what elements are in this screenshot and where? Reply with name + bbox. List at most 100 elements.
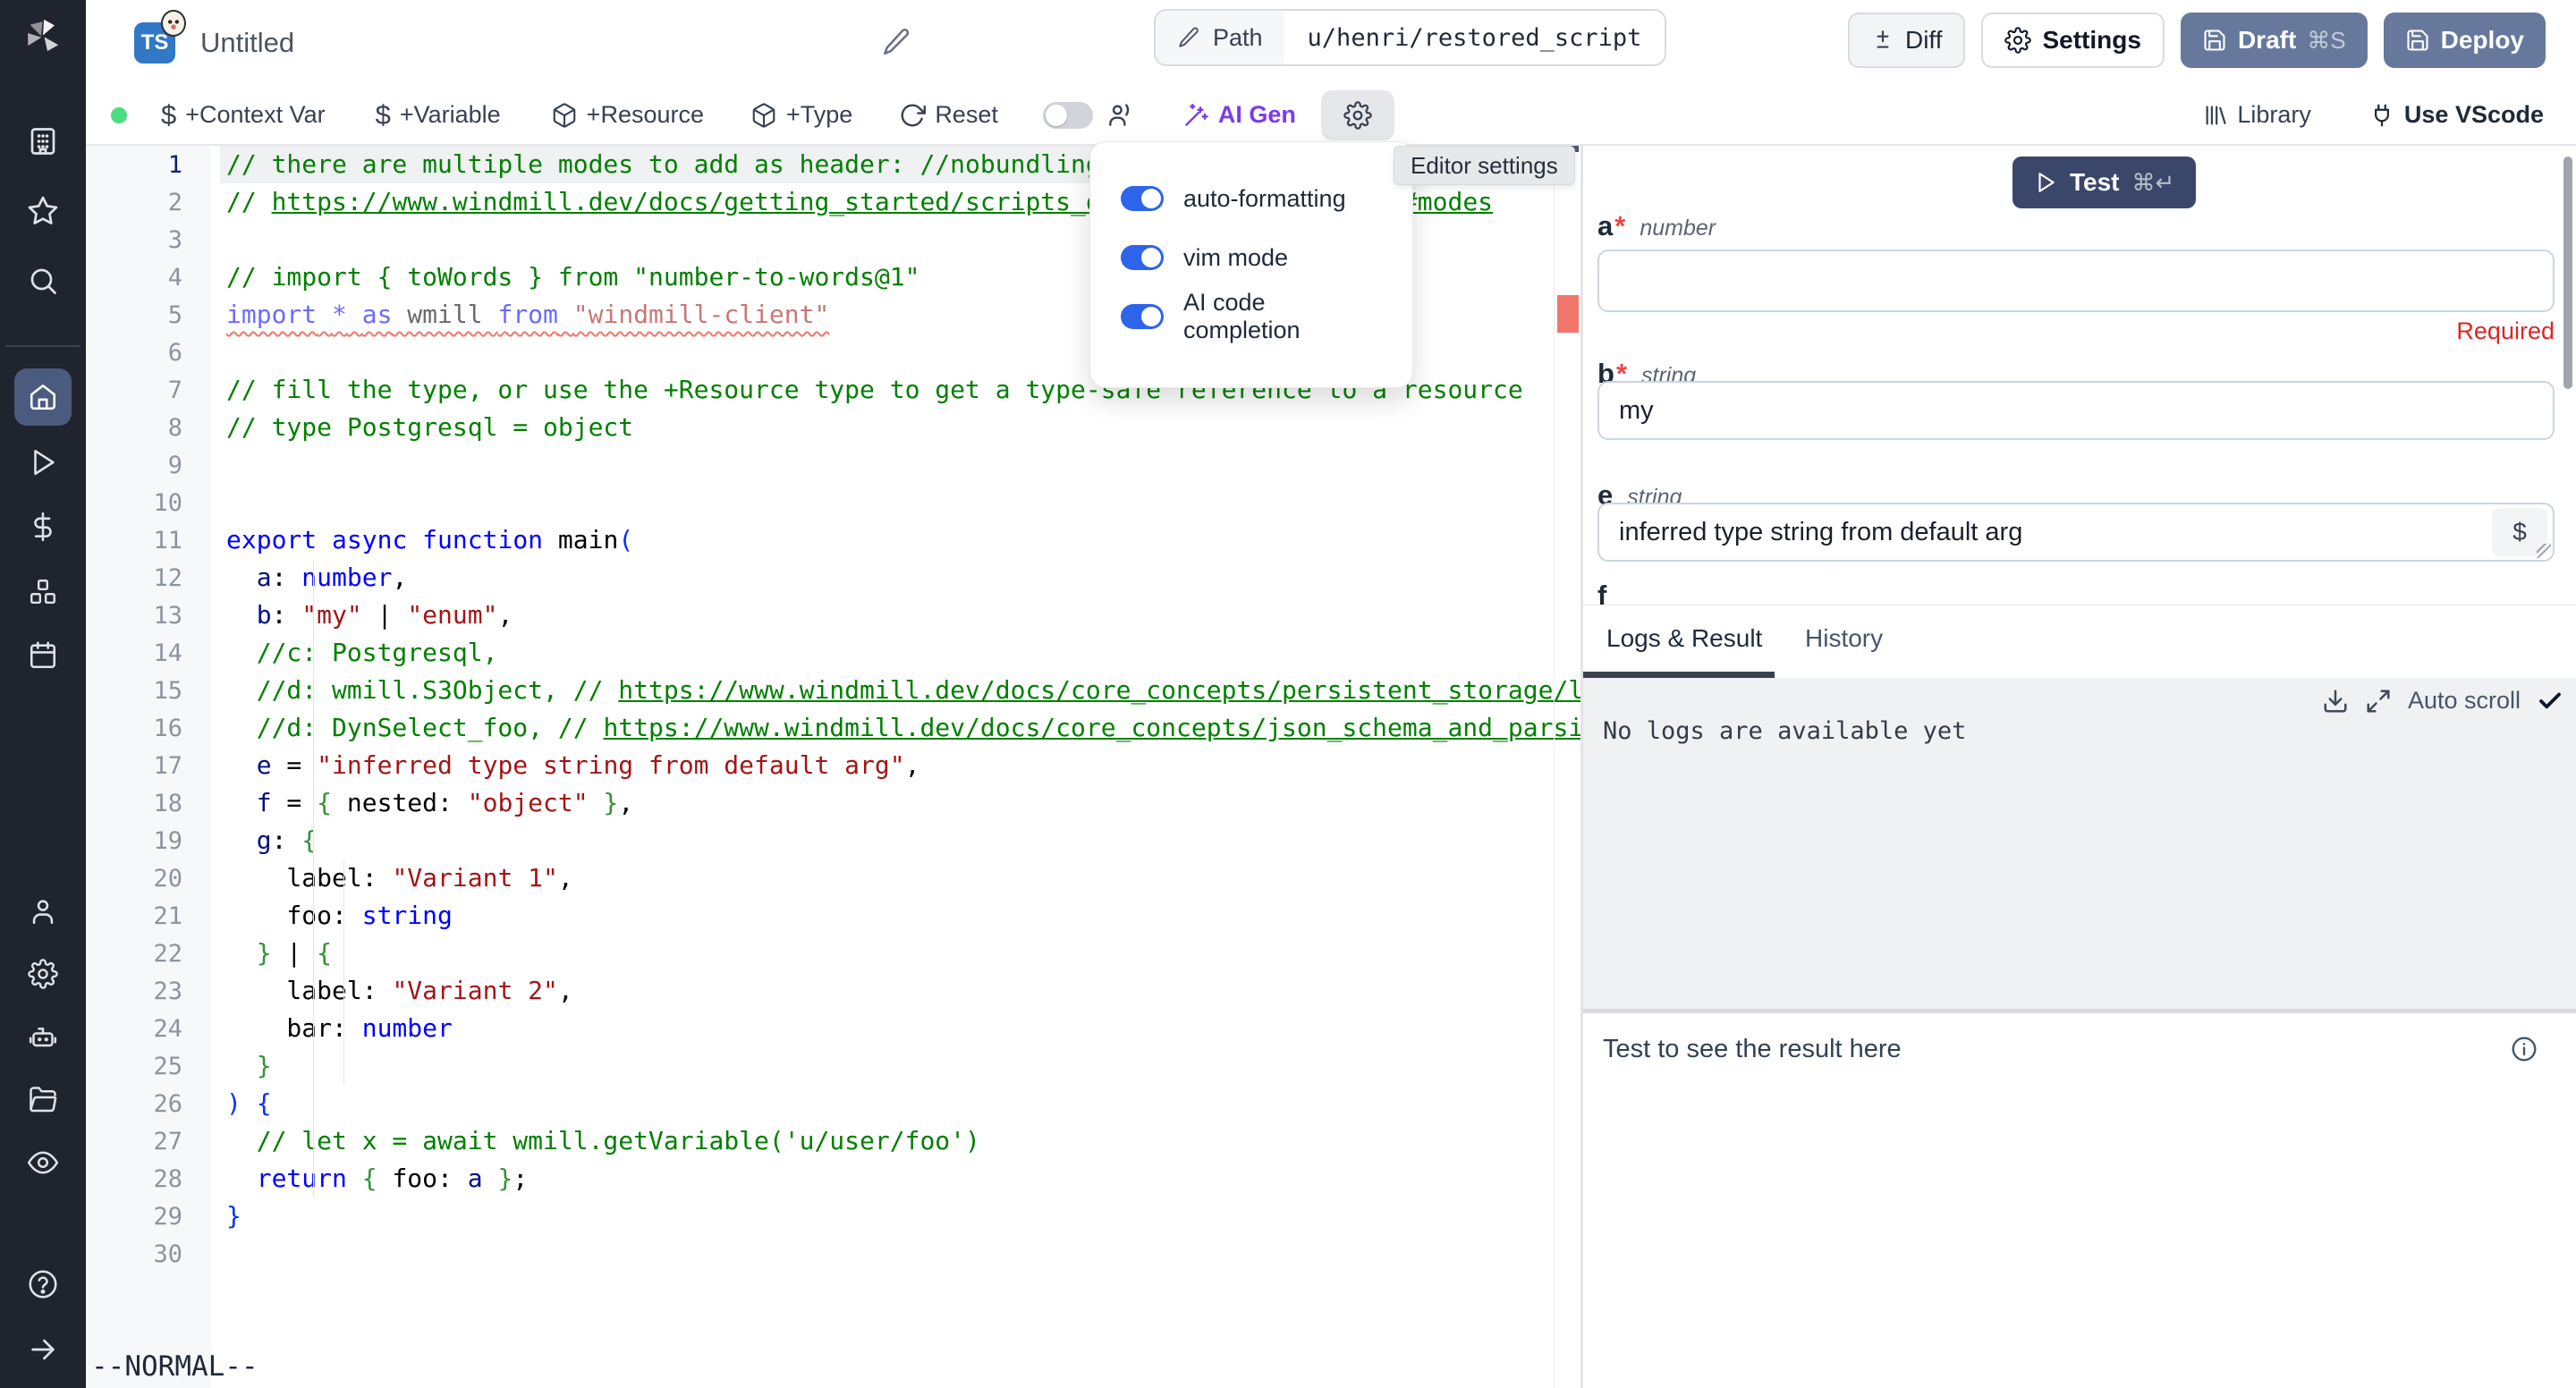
code-line[interactable]: 28 return { foo: a }; — [86, 1160, 1554, 1198]
edit-summary-pencil-icon[interactable] — [881, 27, 911, 57]
editor-settings-button[interactable] — [1321, 90, 1394, 140]
code-line[interactable]: 15 //d: wmill.S3Object, // https://www.w… — [86, 672, 1554, 709]
plug-icon — [2368, 102, 2395, 129]
auto-scroll-label[interactable]: Auto scroll — [2408, 687, 2521, 715]
overview-ruler[interactable] — [1554, 146, 1580, 1388]
line-number: 27 — [86, 1123, 182, 1161]
home-icon[interactable] — [28, 382, 58, 412]
add-variable-label: +Variable — [400, 101, 501, 129]
code-line[interactable]: 14 //c: Postgresql, — [86, 634, 1554, 672]
field-e-input[interactable]: inferred type string from default arg $ — [1597, 503, 2555, 562]
code-text: a: number, — [226, 563, 407, 592]
deploy-button[interactable]: Deploy — [2384, 13, 2546, 68]
audit-eye-icon[interactable] — [27, 1147, 59, 1179]
menu-item-ai-code-completion[interactable]: AI code completion — [1121, 287, 1382, 346]
use-vscode-button[interactable]: Use VScode — [2368, 101, 2544, 129]
path-field[interactable]: Path u/henri/restored_script — [1154, 9, 1666, 66]
draft-button[interactable]: Draft ⌘S — [2181, 13, 2368, 68]
settings-button[interactable]: Settings — [1981, 13, 2164, 68]
expand-sidebar-arrow-icon[interactable] — [28, 1334, 58, 1365]
code-line[interactable]: 29} — [86, 1198, 1554, 1235]
indent-guide — [313, 559, 314, 1198]
download-logs-icon[interactable] — [2322, 688, 2349, 715]
help-icon[interactable] — [27, 1268, 59, 1300]
code-line[interactable]: 12 a: number, — [86, 559, 1554, 597]
field-e-value: inferred type string from default arg — [1619, 518, 2022, 547]
code-text: import * as wmill from "windmill-client" — [226, 300, 829, 329]
code-line[interactable]: 16 //d: DynSelect_foo, // https://www.wi… — [86, 709, 1554, 747]
page-title: Untitled — [200, 27, 294, 59]
menu-item-auto-formatting[interactable]: auto-formatting — [1121, 169, 1382, 228]
code-line[interactable]: 8// type Postgresql = object — [86, 409, 1554, 446]
expand-logs-icon[interactable] — [2365, 688, 2392, 715]
vim-mode-toggle[interactable] — [1121, 245, 1164, 270]
multiplayer-toggle[interactable] — [1043, 102, 1093, 129]
code-line[interactable]: 25 } — [86, 1047, 1554, 1085]
code-line[interactable]: 21 foo: string — [86, 897, 1554, 935]
code-text: // type Postgresql = object — [226, 412, 633, 442]
right-panel-scrollbar[interactable] — [2563, 157, 2572, 389]
user-icon[interactable] — [28, 896, 58, 927]
check-icon[interactable] — [2537, 688, 2563, 715]
add-variable-button[interactable]: $ +Variable — [376, 99, 501, 131]
add-context-var-button[interactable]: $ +Context Var — [161, 99, 326, 131]
add-type-button[interactable]: +Type — [750, 101, 852, 129]
tab-logs-result[interactable]: Logs & Result — [1606, 605, 1762, 672]
search-icon[interactable] — [27, 265, 59, 297]
windmill-logo-icon[interactable] — [22, 16, 64, 57]
code-line[interactable]: 18 f = { nested: "object" }, — [86, 784, 1554, 822]
field-f-label: f — [1597, 580, 1606, 605]
folders-icon[interactable] — [27, 1084, 59, 1116]
line-number: 23 — [86, 973, 182, 1011]
path-value[interactable]: u/henri/restored_script — [1284, 11, 1665, 64]
line-number: 18 — [86, 785, 182, 823]
resources-icon[interactable] — [27, 576, 59, 608]
code-text: foo: string — [226, 901, 453, 930]
favorites-star-icon[interactable] — [27, 195, 59, 227]
use-vscode-label: Use VScode — [2404, 101, 2544, 129]
sidebar — [0, 0, 86, 1388]
reset-button[interactable]: Reset — [899, 101, 998, 129]
code-line[interactable]: 27 // let x = await wmill.getVariable('u… — [86, 1122, 1554, 1160]
code-line[interactable]: 13 b: "my" | "enum", — [86, 597, 1554, 634]
resize-handle[interactable] — [2537, 544, 2551, 558]
code-text: //d: wmill.S3Object, // https://www.wind… — [226, 675, 1580, 705]
field-a-input[interactable] — [1597, 250, 2555, 312]
line-number: 24 — [86, 1011, 182, 1048]
code-text: g: { — [226, 825, 317, 855]
editor-settings-tooltip: Editor settings — [1394, 146, 1575, 185]
dollar-icon: $ — [376, 99, 391, 131]
code-line[interactable]: 24 bar: number — [86, 1010, 1554, 1047]
menu-item-vim-mode[interactable]: vim mode — [1121, 228, 1382, 287]
code-line[interactable]: 26) { — [86, 1085, 1554, 1122]
code-line[interactable]: 23 label: "Variant 2", — [86, 972, 1554, 1010]
variables-icon[interactable] — [28, 512, 58, 542]
add-resource-button[interactable]: +Resource — [551, 101, 704, 129]
info-icon[interactable] — [2510, 1035, 2538, 1063]
runs-icon[interactable] — [28, 447, 58, 478]
indent-guide — [343, 859, 344, 1085]
code-line[interactable]: 20 label: "Variant 1", — [86, 859, 1554, 897]
code-line[interactable]: 17 e = "inferred type string from defaul… — [86, 747, 1554, 784]
settings-gear-icon[interactable] — [28, 959, 58, 989]
schedules-calendar-icon[interactable] — [28, 640, 58, 671]
tab-history[interactable]: History — [1805, 605, 1883, 672]
toggle-label: AI code completion — [1183, 289, 1382, 344]
auto-formatting-toggle[interactable] — [1121, 186, 1164, 211]
ai-code-completion-toggle[interactable] — [1121, 304, 1164, 329]
line-number: 10 — [86, 485, 182, 522]
code-line[interactable]: 9 — [86, 446, 1554, 484]
library-button[interactable]: Library — [2203, 101, 2311, 129]
args-form: a* number Required b* string my e string… — [1583, 146, 2576, 605]
workers-robot-icon[interactable] — [27, 1021, 59, 1054]
result-placeholder: Test to see the result here — [1603, 1035, 1902, 1064]
ai-gen-button[interactable]: AI Gen — [1182, 101, 1296, 129]
code-line[interactable]: 11export async function main( — [86, 521, 1554, 559]
code-line[interactable]: 30 — [86, 1235, 1554, 1273]
code-line[interactable]: 10 — [86, 484, 1554, 521]
field-b-input[interactable]: my — [1597, 381, 2555, 440]
diff-button[interactable]: Diff — [1848, 13, 1966, 68]
workspace-icon[interactable] — [27, 125, 59, 157]
code-line[interactable]: 22 } | { — [86, 935, 1554, 972]
code-line[interactable]: 19 g: { — [86, 822, 1554, 859]
